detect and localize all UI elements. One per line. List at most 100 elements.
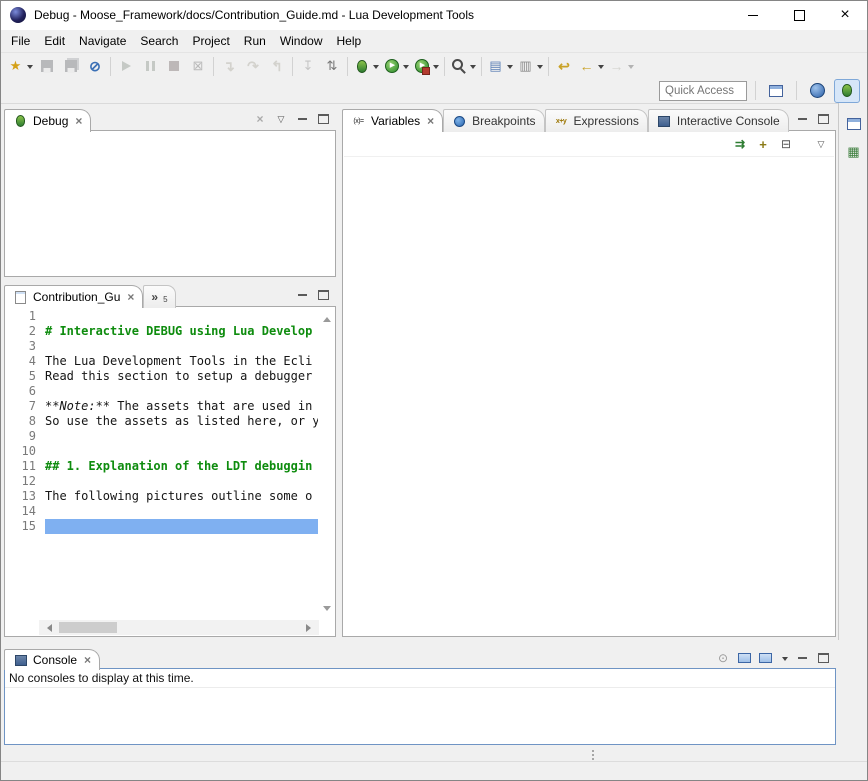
menu-search[interactable]: Search <box>133 31 185 51</box>
line-number: 6 <box>6 384 45 399</box>
scroll-up-icon[interactable] <box>323 313 331 322</box>
toolbar-separator <box>347 57 348 76</box>
lua-perspective-button[interactable] <box>805 80 829 102</box>
dropdown-arrow-icon[interactable] <box>403 65 409 72</box>
maximize-view-icon[interactable] <box>816 651 830 665</box>
scrollbar-thumb[interactable] <box>59 622 117 633</box>
hidden-editors-chevron[interactable]: 5 <box>143 285 175 308</box>
close-icon[interactable] <box>427 114 434 128</box>
editor-line[interactable]: 12 <box>6 474 318 489</box>
dropdown-arrow-icon[interactable] <box>27 65 33 72</box>
close-window-button[interactable] <box>822 0 868 30</box>
editor-line[interactable]: 3 <box>6 339 318 354</box>
editor-line[interactable]: 4The Lua Development Tools in the Ecli <box>6 354 318 369</box>
scroll-left-icon[interactable] <box>43 624 52 632</box>
disconnect-button <box>186 55 210 77</box>
new-file-button[interactable] <box>485 55 515 77</box>
debug-perspective-button[interactable] <box>834 79 860 103</box>
tab-contribution-guide[interactable]: Contribution_Gu <box>4 285 143 308</box>
step-over-icon <box>245 58 262 75</box>
menu-file[interactable]: File <box>4 31 37 51</box>
maximize-view-icon[interactable] <box>316 288 330 302</box>
tab-interactive-console[interactable]: Interactive Console <box>648 109 789 132</box>
new-watch-expression-icon[interactable] <box>756 137 770 151</box>
view-menu-icon[interactable] <box>274 112 288 126</box>
editor-line[interactable]: 9 <box>6 429 318 444</box>
use-step-filters-button[interactable] <box>320 55 344 77</box>
annotation-navigation-button[interactable] <box>515 55 545 77</box>
dropdown-arrow-icon[interactable] <box>537 65 543 72</box>
drop-to-frame-button <box>296 55 320 77</box>
minimize-view-icon[interactable] <box>795 112 809 126</box>
tab-console[interactable]: Console <box>4 649 100 670</box>
tab-expressions[interactable]: Expressions <box>545 109 648 132</box>
editor-line[interactable]: 6 <box>6 384 318 399</box>
dropdown-arrow-icon[interactable] <box>628 65 634 72</box>
restore-view-2-icon[interactable] <box>845 143 863 161</box>
minimize-view-icon[interactable] <box>795 651 809 665</box>
close-icon[interactable] <box>75 114 82 128</box>
menu-window[interactable]: Window <box>273 31 330 51</box>
editor-line[interactable]: 13The following pictures outline some o <box>6 489 318 504</box>
maximize-window-button[interactable] <box>776 0 822 30</box>
close-icon[interactable] <box>127 290 134 304</box>
editor-line[interactable]: 15 <box>6 519 318 534</box>
editor-line[interactable]: 7**Note:** The assets that are used in <box>6 399 318 414</box>
editor-horizontal-scrollbar[interactable] <box>39 620 319 635</box>
editor-lines: 12# Interactive DEBUG using Lua Develop3… <box>6 309 318 619</box>
collapse-all-icon[interactable] <box>779 137 793 151</box>
scroll-right-icon[interactable] <box>306 624 315 632</box>
scroll-down-icon[interactable] <box>323 606 331 615</box>
run-button[interactable] <box>381 55 411 77</box>
open-console-icon[interactable] <box>758 651 772 665</box>
close-icon[interactable] <box>84 653 91 667</box>
tab-breakpoints[interactable]: Breakpoints <box>443 109 544 132</box>
minimize-view-icon[interactable] <box>295 112 309 126</box>
editor-controls <box>295 288 336 307</box>
chevron-double-icon <box>151 290 158 304</box>
dropdown-arrow-icon[interactable] <box>373 65 379 72</box>
editor-line[interactable]: 10 <box>6 444 318 459</box>
last-edit-location-button[interactable] <box>552 55 576 77</box>
menu-edit[interactable]: Edit <box>37 31 72 51</box>
editor-line[interactable]: 8So use the assets as listed here, or y <box>6 414 318 429</box>
maximize-view-icon[interactable] <box>816 112 830 126</box>
minimize-view-icon[interactable] <box>295 288 309 302</box>
dropdown-arrow-icon[interactable] <box>470 65 476 72</box>
debug-button[interactable] <box>351 55 381 77</box>
editor-line[interactable]: 11## 1. Explanation of the LDT debuggin <box>6 459 318 474</box>
editor-line[interactable]: 14 <box>6 504 318 519</box>
dropdown-arrow-icon[interactable] <box>782 657 788 664</box>
menu-navigate[interactable]: Navigate <box>72 31 133 51</box>
editor-vertical-scrollbar[interactable] <box>319 308 334 620</box>
editor-line[interactable]: 5Read this section to setup a debugger <box>6 369 318 384</box>
external-tools-button[interactable] <box>411 55 441 77</box>
tab-debug[interactable]: Debug <box>4 109 91 132</box>
view-menu-icon[interactable] <box>814 137 828 151</box>
dropdown-arrow-icon[interactable] <box>598 65 604 72</box>
dropdown-arrow-icon[interactable] <box>433 65 439 72</box>
editor-line[interactable]: 2# Interactive DEBUG using Lua Develop <box>6 324 318 339</box>
quick-access-input[interactable] <box>659 81 747 101</box>
menu-run[interactable]: Run <box>237 31 273 51</box>
skip-all-breakpoints-button[interactable] <box>83 55 107 77</box>
display-selected-console-icon[interactable] <box>737 651 751 665</box>
back-button[interactable] <box>576 55 606 77</box>
new-wizard-button[interactable] <box>5 55 35 77</box>
tab-variables[interactable]: Variables <box>342 109 443 132</box>
show-logical-structures-icon[interactable] <box>733 137 747 151</box>
code-segment: So use the assets as listed here, or y <box>45 414 318 428</box>
open-perspective-button[interactable] <box>764 80 788 102</box>
dropdown-arrow-icon[interactable] <box>507 65 513 72</box>
maximize-view-icon[interactable] <box>316 112 330 126</box>
menu-help[interactable]: Help <box>330 31 369 51</box>
main-toolbar <box>0 52 868 79</box>
open-search-button[interactable] <box>448 55 478 77</box>
line-text: # Interactive DEBUG using Lua Develop <box>45 324 318 339</box>
editor-line[interactable]: 1 <box>6 309 318 324</box>
menu-project[interactable]: Project <box>185 31 236 51</box>
minimize-window-button[interactable] <box>730 0 776 30</box>
open-perspective-icon <box>768 82 785 99</box>
restore-view-1-icon[interactable] <box>845 115 863 133</box>
tab-label: Debug <box>33 114 68 128</box>
